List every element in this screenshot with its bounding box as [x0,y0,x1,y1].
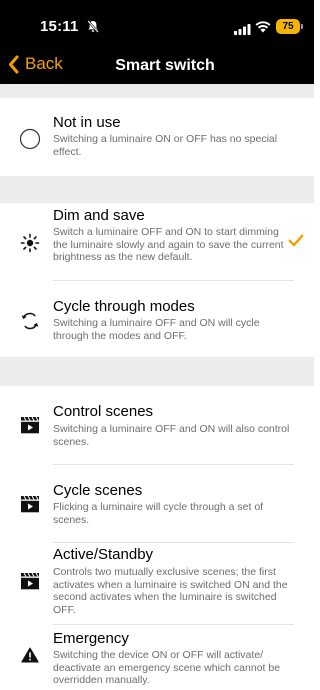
option-dim-and-save[interactable]: Dim and save Switch a luminaire OFF and … [0,203,314,281]
option-description: Switch a luminaire OFF and ON to start d… [53,226,284,263]
option-cycle-through-modes[interactable]: Cycle through modes Switching a luminair… [0,281,314,357]
option-description: Controls two mutually exclusive scenes; … [53,566,288,616]
clapperboard-icon [18,569,42,593]
navigation-bar: Back Smart switch [0,48,314,80]
battery-indicator: 75 [276,19,300,34]
circle-icon [18,127,42,151]
option-description: Flicking a luminaire will cycle through … [53,501,264,526]
section-separator [0,176,314,203]
wifi-icon [255,20,271,38]
checkmark-icon [288,234,304,252]
option-title: Not in use [53,114,121,131]
option-title: Cycle through modes [53,298,195,315]
option-title: Cycle scenes [53,482,143,499]
option-title: Control scenes [53,403,154,420]
option-title: Active/Standby [53,546,154,563]
option-title: Dim and save [53,207,145,224]
page-title: Smart switch [115,57,215,74]
section-separator [0,357,314,386]
option-description: Switching a luminaire OFF and ON will al… [53,423,290,448]
clapperboard-icon [18,413,42,437]
option-cycle-scenes[interactable]: Cycle scenes Flicking a luminaire will c… [0,465,314,542]
status-time: 15:11 [40,18,79,35]
battery-tip [301,24,303,29]
brightness-icon [18,231,42,255]
option-description: Switching a luminaire OFF and ON will cy… [53,317,260,342]
option-emergency[interactable]: Emergency Switching the device ON or OFF… [0,625,314,690]
clapperboard-icon [18,492,42,516]
warning-icon [18,643,42,667]
option-description: Switching a luminaire ON or OFF has no s… [53,133,278,158]
top-bar: 15:11 75 Back Smart switch [0,0,314,84]
bell-slash-icon [87,20,99,38]
option-not-in-use[interactable]: Not in use Switching a luminaire ON or O… [0,98,314,176]
status-bar: 15:11 75 [0,18,314,36]
cycle-icon [18,309,42,333]
option-title: Emergency [53,630,129,647]
cellular-signal-icon [234,22,251,40]
option-active-standby[interactable]: Active/Standby Controls two mutually exc… [0,543,314,624]
option-description: Switching the device ON or OFF will acti… [53,649,281,686]
section-separator [0,84,314,98]
option-control-scenes[interactable]: Control scenes Switching a luminaire OFF… [0,386,314,464]
